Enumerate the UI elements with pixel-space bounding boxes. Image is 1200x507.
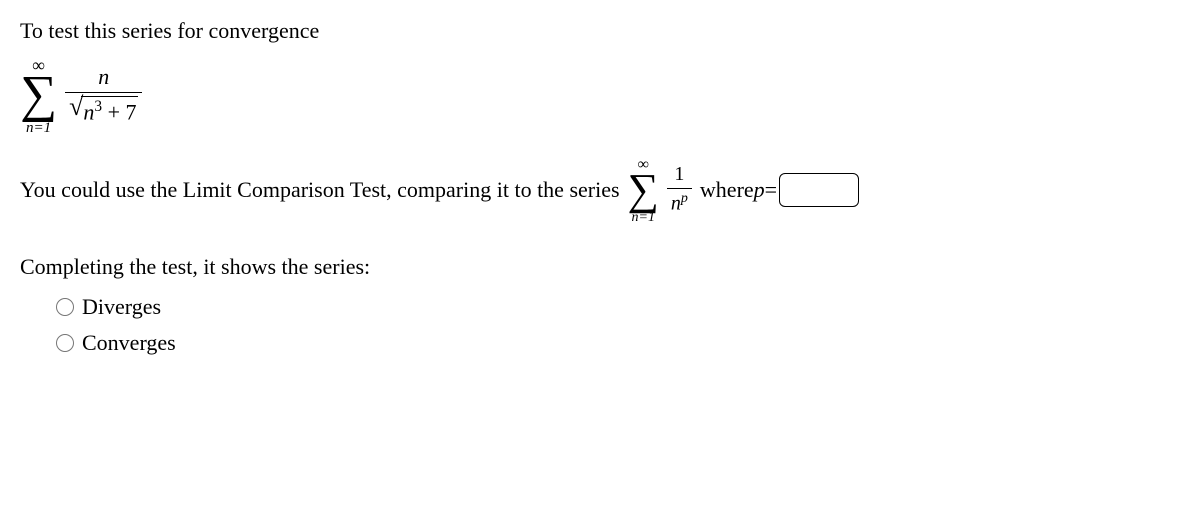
p-series-formula: ∞ ∑ n=1 1 np bbox=[628, 163, 692, 216]
intro-text: To test this series for convergence bbox=[20, 18, 1180, 44]
denominator: √ n3 + 7 bbox=[65, 92, 142, 125]
fraction: n √ n3 + 7 bbox=[65, 64, 142, 125]
numerator: n bbox=[94, 64, 113, 92]
where-text: where bbox=[700, 177, 754, 203]
numerator-2: 1 bbox=[670, 163, 688, 188]
series-formula: ∞ ∑ n=1 n √ n3 + 7 bbox=[20, 64, 1180, 125]
sigma-upper-limit: ∞ bbox=[32, 55, 45, 76]
comparison-line: You could use the Limit Comparison Test,… bbox=[20, 163, 1180, 216]
denominator-2: np bbox=[667, 188, 692, 216]
sigma-symbol-2: ∞ ∑ n=1 bbox=[628, 168, 659, 212]
p-variable: p bbox=[754, 177, 765, 203]
radio-converges[interactable] bbox=[56, 334, 74, 352]
label-converges[interactable]: Converges bbox=[82, 330, 176, 356]
option-converges: Converges bbox=[56, 330, 1180, 356]
sigma-lower-limit: n=1 bbox=[26, 120, 51, 137]
sigma-lower-limit-2: n=1 bbox=[632, 210, 655, 226]
p-value-input[interactable] bbox=[779, 173, 859, 207]
sigma-symbol: ∞ ∑ n=1 bbox=[20, 69, 57, 121]
fraction-2: 1 np bbox=[667, 163, 692, 216]
completing-text: Completing the test, it shows the series… bbox=[20, 254, 1180, 280]
comparison-text: You could use the Limit Comparison Test,… bbox=[20, 177, 620, 203]
sigma-upper-limit-2: ∞ bbox=[638, 156, 649, 174]
square-root: √ n3 + 7 bbox=[69, 96, 138, 125]
answer-options: Diverges Converges bbox=[56, 294, 1180, 356]
equals-sign: = bbox=[765, 177, 777, 203]
option-diverges: Diverges bbox=[56, 294, 1180, 320]
radio-diverges[interactable] bbox=[56, 298, 74, 316]
label-diverges[interactable]: Diverges bbox=[82, 294, 161, 320]
